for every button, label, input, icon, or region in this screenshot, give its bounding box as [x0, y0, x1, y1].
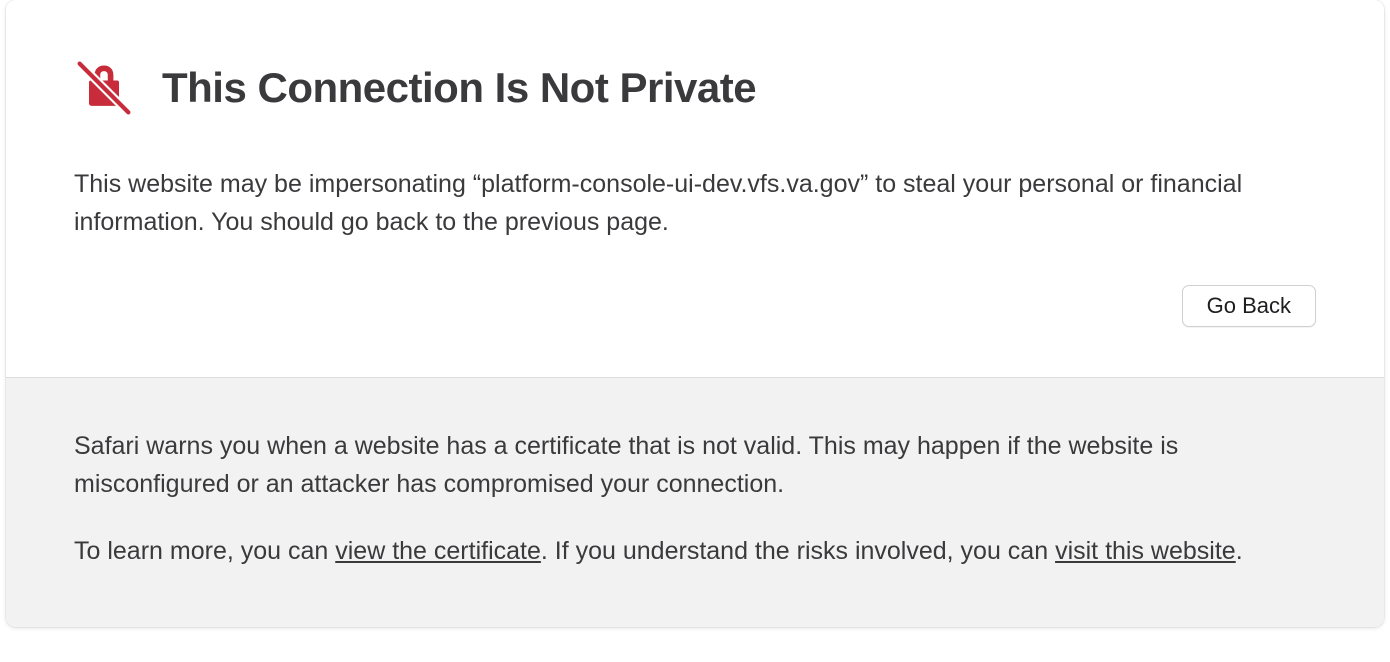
- go-back-button[interactable]: Go Back: [1182, 285, 1316, 327]
- details-paragraph-2: To learn more, you can view the certific…: [74, 533, 1316, 571]
- privacy-warning-dialog: This Connection Is Not Private This webs…: [6, 0, 1384, 627]
- details-text-3: .: [1236, 537, 1243, 565]
- button-row: Go Back: [74, 285, 1316, 327]
- warning-title: This Connection Is Not Private: [162, 64, 756, 112]
- warning-top-section: This Connection Is Not Private This webs…: [6, 0, 1384, 377]
- visit-website-link[interactable]: visit this website: [1055, 537, 1236, 565]
- details-text-1: To learn more, you can: [74, 537, 335, 565]
- warning-message: This website may be impersonating “platf…: [74, 166, 1316, 241]
- warning-message-prefix: This website may be impersonating “: [74, 170, 481, 198]
- details-paragraph-1: Safari warns you when a website has a ce…: [74, 428, 1316, 503]
- details-section: Safari warns you when a website has a ce…: [6, 378, 1384, 627]
- view-certificate-link[interactable]: view the certificate: [335, 537, 541, 565]
- heading-row: This Connection Is Not Private: [74, 58, 1316, 118]
- warning-domain: platform-console-ui-dev.vfs.va.gov: [481, 170, 860, 198]
- lock-slash-icon: [74, 58, 134, 118]
- details-text-2: . If you understand the risks involved, …: [541, 537, 1055, 565]
